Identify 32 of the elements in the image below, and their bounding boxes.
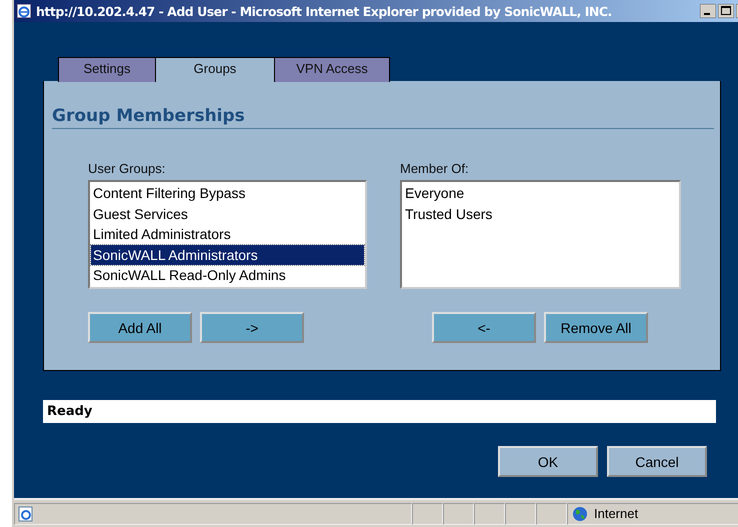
tab[interactable]: Settings xyxy=(58,57,156,82)
page-icon xyxy=(18,506,34,522)
window-title: http://10.202.4.47 - Add User - Microsoft Internet Explorer provided by SonicWALL, INC. xyxy=(36,4,612,18)
zone-label: Internet xyxy=(594,506,638,521)
list-item[interactable]: SonicWALL Read-Only Admins xyxy=(91,265,364,286)
list-item[interactable]: Everyone xyxy=(403,183,678,204)
message-bar: Ready xyxy=(43,400,716,423)
action-button[interactable]: OK xyxy=(498,446,598,477)
list-item[interactable]: Content Filtering Bypass xyxy=(91,183,364,204)
tab[interactable]: VPN Access xyxy=(274,57,390,82)
action-button[interactable]: -> xyxy=(200,312,304,343)
browser-icon xyxy=(16,3,32,19)
action-button[interactable]: Remove All xyxy=(544,312,648,343)
globe-icon xyxy=(572,506,588,522)
list-label: Member Of: xyxy=(400,161,470,178)
tab[interactable]: Groups xyxy=(156,57,274,82)
section-heading: Group Memberships xyxy=(52,106,714,129)
maximize-icon[interactable] xyxy=(718,4,734,18)
status-pane xyxy=(474,502,505,524)
list-item[interactable]: Limited Administrators xyxy=(91,224,364,244)
status-pane xyxy=(443,502,474,524)
list-label: User Groups: xyxy=(88,161,166,178)
action-button[interactable]: <- xyxy=(432,312,536,343)
list-item[interactable]: SonicWALL Administrators xyxy=(91,244,364,265)
minimize-icon[interactable] xyxy=(700,4,716,18)
action-button[interactable]: Add All xyxy=(88,312,192,343)
list-item[interactable]: Guest Services xyxy=(91,204,364,224)
list-item[interactable]: Trusted Users xyxy=(403,204,678,224)
status-pane xyxy=(505,502,536,524)
action-button[interactable]: Cancel xyxy=(607,446,707,477)
user-groups-list[interactable]: Content Filtering Bypass Guest Services Limited Administrators SonicWALL Administrators SonicWALL Read-Only Admins xyxy=(88,180,367,289)
member-of-list[interactable]: Everyone Trusted Users xyxy=(400,180,681,289)
